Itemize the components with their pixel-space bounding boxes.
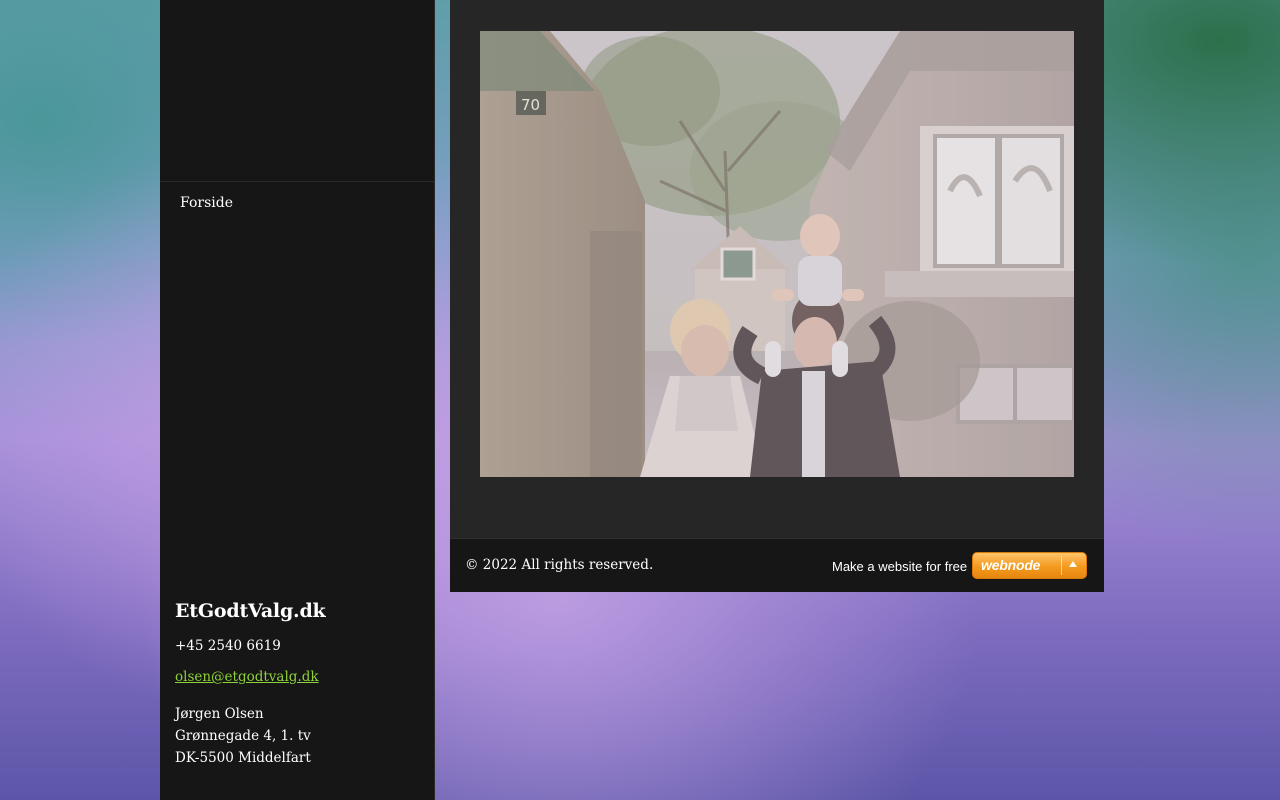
phone-number: +45 2540 6619 <box>175 638 281 654</box>
webnode-logo: webnode <box>981 557 1041 573</box>
main-menu: Forside <box>160 182 434 224</box>
logo-area <box>160 0 434 182</box>
webnode-badge[interactable]: webnode <box>972 552 1087 579</box>
footer: © 2022 All rights reserved. Make a websi… <box>450 539 1104 592</box>
address-name: Jørgen Olsen <box>175 706 264 722</box>
site-title: EtGodtValg.dk <box>175 600 326 622</box>
address-city: DK-5500 Middelfart <box>175 750 311 766</box>
email-link[interactable]: olsen@etgodtvalg.dk <box>175 669 319 685</box>
make-website-link[interactable]: Make a website for free <box>832 559 967 574</box>
copyright-text: © 2022 All rights reserved. <box>465 557 654 573</box>
content-panel: 70 <box>450 0 1104 539</box>
family-photo: 70 <box>480 31 1074 477</box>
sidebar: Forside EtGodtValg.dk +45 2540 6619 olse… <box>160 0 435 800</box>
contact-block: EtGodtValg.dk +45 2540 6619 olsen@etgodt… <box>175 600 419 769</box>
menu-item-forside[interactable]: Forside <box>160 182 434 224</box>
arrow-up-icon <box>1069 561 1077 567</box>
address-street: Grønnegade 4, 1. tv <box>175 728 311 744</box>
badge-divider <box>1061 556 1062 575</box>
